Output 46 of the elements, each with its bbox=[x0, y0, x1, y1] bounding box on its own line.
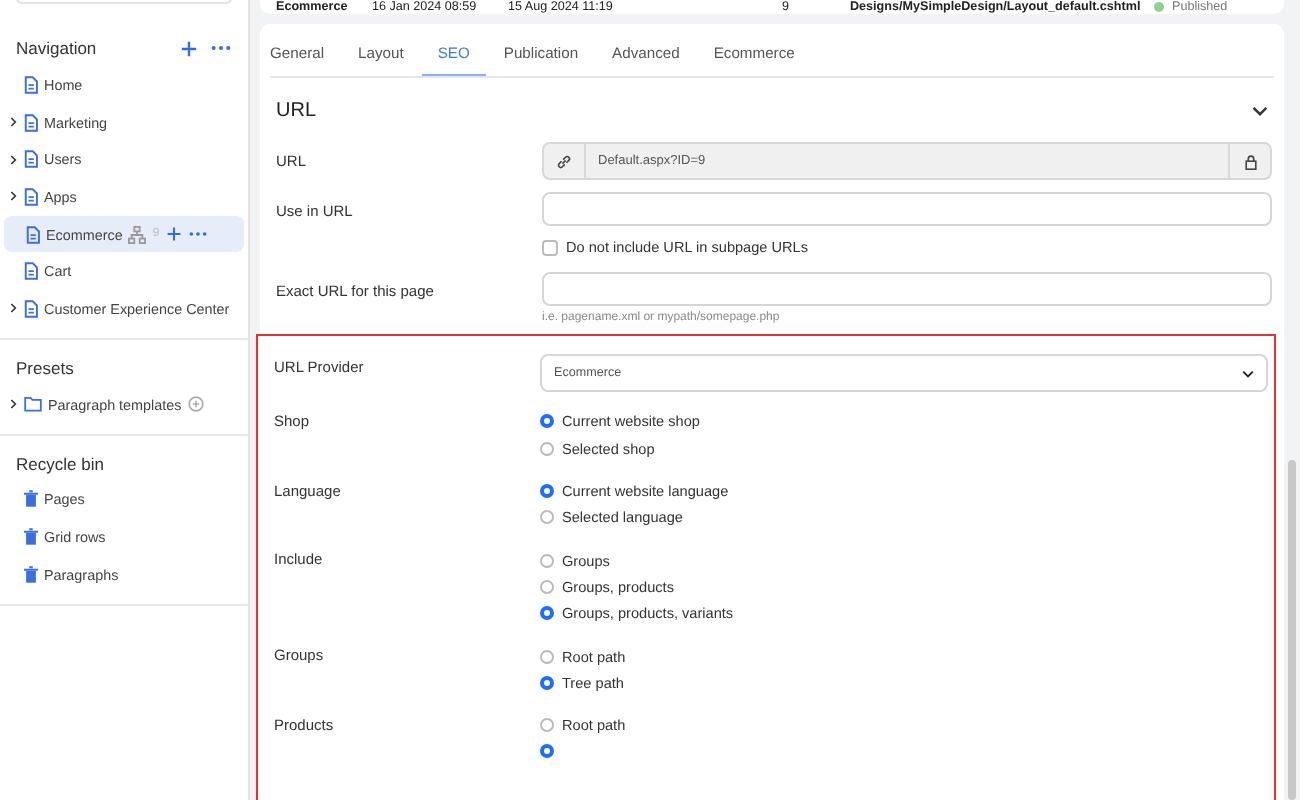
radio-button[interactable] bbox=[540, 579, 554, 594]
chevron-icon[interactable] bbox=[10, 116, 18, 129]
checkbox[interactable] bbox=[542, 239, 558, 256]
chevron-icon[interactable] bbox=[10, 190, 18, 203]
section-heading: URL bbox=[276, 100, 317, 122]
trash-icon bbox=[24, 528, 38, 547]
page-icon bbox=[24, 150, 38, 169]
chevron-icon[interactable] bbox=[10, 398, 18, 411]
link-icon bbox=[556, 153, 572, 169]
input-field[interactable] bbox=[542, 272, 1272, 307]
radio-button[interactable] bbox=[540, 649, 554, 664]
radio-button[interactable] bbox=[540, 553, 554, 568]
section-title: Recycle bin bbox=[16, 453, 106, 473]
page-icon bbox=[26, 225, 40, 244]
chevron-icon[interactable] bbox=[10, 153, 18, 166]
trash-icon bbox=[24, 565, 38, 584]
more-icon[interactable] bbox=[187, 230, 208, 239]
chevron-icon[interactable] bbox=[10, 302, 18, 315]
more-icon[interactable] bbox=[210, 44, 232, 52]
section-title: Presets bbox=[16, 357, 76, 378]
radio-button[interactable] bbox=[540, 606, 554, 621]
add-icon[interactable] bbox=[165, 226, 182, 243]
radio-button[interactable] bbox=[540, 510, 554, 525]
folder-icon bbox=[24, 396, 42, 413]
radio-button[interactable] bbox=[540, 718, 554, 733]
caret-icon bbox=[1242, 369, 1254, 378]
section-title: Navigation bbox=[16, 38, 99, 58]
chevron-icon[interactable] bbox=[1252, 106, 1268, 116]
status-dot bbox=[1154, 2, 1164, 12]
page-icon bbox=[24, 187, 38, 206]
input-field[interactable] bbox=[542, 192, 1272, 226]
radio-button[interactable] bbox=[540, 484, 554, 499]
radio-button[interactable] bbox=[540, 744, 554, 759]
radio-button[interactable] bbox=[540, 675, 554, 690]
trash-icon bbox=[24, 490, 38, 509]
radio-button[interactable] bbox=[540, 414, 554, 429]
page-icon bbox=[24, 299, 38, 318]
lock-icon bbox=[1243, 153, 1257, 169]
page-icon bbox=[24, 113, 38, 132]
radio-button[interactable] bbox=[540, 441, 554, 456]
plus-circle-icon[interactable] bbox=[187, 396, 204, 413]
sitemap-icon bbox=[128, 225, 147, 244]
scrollbar[interactable] bbox=[1288, 460, 1296, 800]
page-icon bbox=[24, 75, 38, 94]
add-icon[interactable] bbox=[180, 39, 198, 57]
page-icon bbox=[24, 262, 38, 281]
